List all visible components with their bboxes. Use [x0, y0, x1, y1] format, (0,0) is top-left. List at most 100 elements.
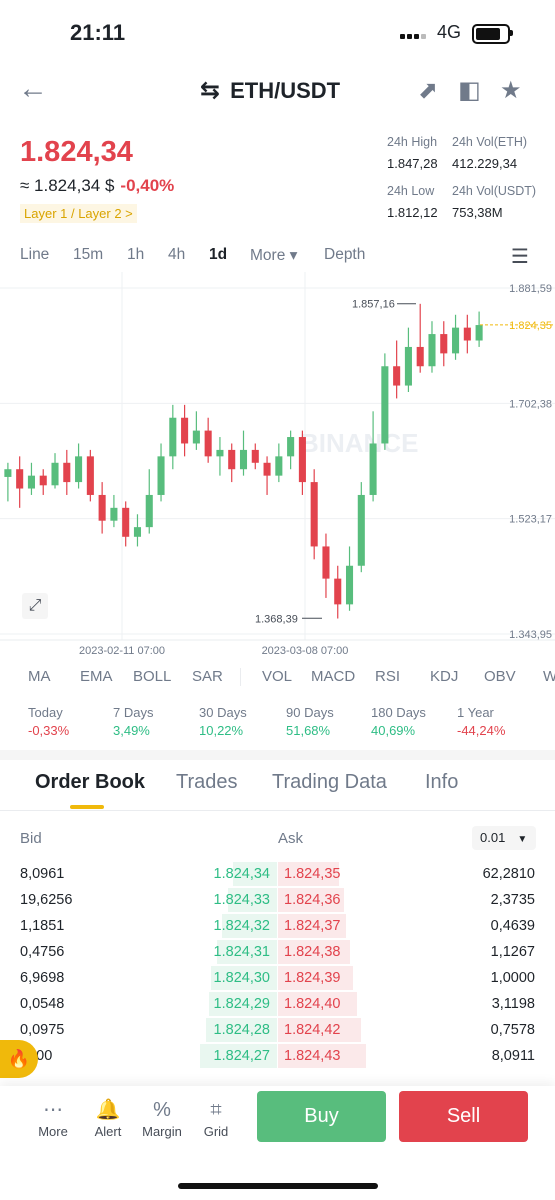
- tab-more[interactable]: More ▾: [250, 246, 297, 265]
- candle-body: [287, 437, 295, 457]
- high-value: 1.847,28: [387, 156, 438, 171]
- bid-qty: 8,0961: [20, 866, 65, 882]
- price-change: -0,40%: [120, 176, 175, 195]
- vol-usdt-value: 753,38M: [452, 205, 503, 220]
- high-marker-label: 1.857,16: [352, 299, 395, 311]
- tab-4h[interactable]: 4h: [168, 246, 185, 264]
- candle-body: [404, 346, 412, 386]
- bid-price: 1.824,31: [213, 944, 270, 960]
- back-arrow-icon[interactable]: ←: [18, 74, 48, 104]
- bid-qty: 1,1851: [20, 918, 65, 934]
- category-tag[interactable]: Layer 1 / Layer 2 >: [20, 204, 137, 223]
- tab-trades[interactable]: Trades: [176, 771, 238, 794]
- candle-body: [181, 417, 189, 444]
- bid-price: 1.824,32: [213, 918, 270, 934]
- bid-price: 1.824,34: [213, 866, 270, 882]
- network-label: 4G: [437, 22, 462, 42]
- candle-body: [452, 327, 460, 354]
- margin-button[interactable]: % Margin: [132, 1096, 192, 1139]
- candle-body: [228, 449, 236, 470]
- indicator-sar[interactable]: SAR: [192, 668, 223, 685]
- tab-1d[interactable]: 1d: [209, 246, 227, 264]
- more-dots-icon: ⋯: [43, 1099, 63, 1121]
- y-tick-label: 1.702,38: [509, 398, 552, 410]
- orderbook-row[interactable]: 8,0961 1.824,34 1.824,35 62,2810: [0, 862, 555, 888]
- orderbook-row[interactable]: 20001.824,271.824,438,0911: [0, 1044, 555, 1070]
- candle-body: [39, 475, 47, 486]
- indicator-boll[interactable]: BOLL: [133, 668, 171, 685]
- candle-body: [381, 366, 389, 444]
- candle-body: [322, 546, 330, 579]
- sell-button[interactable]: Sell: [399, 1091, 528, 1142]
- buy-button[interactable]: Buy: [257, 1091, 386, 1142]
- grid-icon: ⌗: [210, 1099, 222, 1121]
- candle-body: [192, 430, 200, 444]
- indicator-ma[interactable]: MA: [28, 668, 51, 685]
- precision-select[interactable]: 0.01 ▼: [472, 826, 536, 850]
- perf-value: 40,69%: [371, 723, 416, 738]
- tab-15m[interactable]: 15m: [73, 246, 103, 264]
- ask-price: 1.824,42: [284, 1022, 341, 1038]
- favorite-star-icon[interactable]: ★: [500, 76, 522, 105]
- low-value: 1.812,12: [387, 205, 438, 220]
- indicator-ema[interactable]: EMA: [80, 668, 113, 685]
- tab-line[interactable]: Line: [20, 246, 49, 264]
- ask-price: 1.824,36: [284, 892, 341, 908]
- ask-qty: 0,7578: [490, 1022, 535, 1038]
- fire-icon[interactable]: 🔥: [0, 1040, 38, 1078]
- indicator-rsi[interactable]: RSI: [375, 668, 400, 685]
- ask-header: Ask: [278, 830, 304, 847]
- orderbook-row[interactable]: 6,9698 1.824,30 1.824,39 1,0000: [0, 966, 555, 992]
- perf-label: 180 Days: [371, 705, 426, 720]
- candle-body: [133, 527, 142, 537]
- status-time: 21:11: [70, 20, 126, 45]
- candle-body: [98, 494, 106, 521]
- tab-trading-data[interactable]: Trading Data: [272, 771, 387, 794]
- orderbook-row[interactable]: 0,0975 1.824,28 1.824,42 0,7578: [0, 1018, 555, 1044]
- share-icon[interactable]: ⬈: [418, 76, 438, 105]
- candle-body: [75, 456, 83, 483]
- ask-price: 1.824,35: [284, 866, 341, 882]
- pair-selector[interactable]: ⇆ ETH/USDT: [200, 76, 340, 105]
- bid-qty: 0,0975: [20, 1022, 65, 1038]
- candle-body: [263, 462, 271, 476]
- ask-qty: 8,0911: [491, 1048, 535, 1064]
- indicator-obv[interactable]: OBV: [484, 668, 516, 685]
- orderbook-row[interactable]: 0,0548 1.824,29 1.824,40 3,1198: [0, 992, 555, 1018]
- bid-price: 1.824,27: [213, 1048, 270, 1064]
- grid-button[interactable]: ⌗ Grid: [186, 1096, 246, 1139]
- settings-sliders-icon[interactable]: ☰: [511, 244, 529, 269]
- tab-order-book[interactable]: Order Book: [35, 771, 145, 794]
- perf-label: 90 Days: [286, 705, 334, 720]
- candlestick-chart[interactable]: 1.881,59 1.702,38 1.523,17 1.343,95 2023-02-…: [0, 272, 555, 654]
- candle-body: [463, 327, 471, 341]
- tab-depth[interactable]: Depth: [324, 246, 365, 264]
- ask-qty: 2,3735: [490, 892, 535, 908]
- candle-body: [157, 456, 165, 495]
- expand-icon[interactable]: ⤢: [22, 593, 48, 619]
- ask-qty: 62,2810: [482, 866, 535, 882]
- indicator-w[interactable]: W: [543, 668, 555, 685]
- vol-eth-value: 412.229,34: [452, 156, 518, 171]
- percent-icon: %: [153, 1099, 171, 1121]
- perf-value: 10,22%: [199, 723, 244, 738]
- bid-qty: 19,6256: [20, 892, 73, 908]
- compare-icon[interactable]: ◧: [458, 76, 481, 105]
- tab-1h[interactable]: 1h: [127, 246, 144, 264]
- home-indicator: [178, 1183, 378, 1189]
- bid-qty: 0,0548: [20, 996, 65, 1012]
- orderbook-row[interactable]: 19,6256 1.824,33 1.824,36 2,3735: [0, 888, 555, 914]
- more-button[interactable]: ⋯ More: [23, 1096, 83, 1139]
- indicator-macd[interactable]: MACD: [311, 668, 355, 685]
- tab-info[interactable]: Info: [425, 771, 458, 794]
- indicator-vol[interactable]: VOL: [262, 668, 292, 685]
- candle-body: [122, 507, 130, 537]
- orderbook-row[interactable]: 0,4756 1.824,31 1.824,38 1,1267: [0, 940, 555, 966]
- ask-qty: 1,0000: [490, 970, 535, 986]
- candle-body: [86, 456, 94, 495]
- orderbook-row[interactable]: 1,1851 1.824,32 1.824,37 0,4639: [0, 914, 555, 940]
- alert-button[interactable]: 🔔 Alert: [78, 1096, 138, 1139]
- ask-qty: 3,1198: [491, 996, 535, 1012]
- pair-title: ETH/USDT: [230, 78, 341, 103]
- indicator-kdj[interactable]: KDJ: [430, 668, 458, 685]
